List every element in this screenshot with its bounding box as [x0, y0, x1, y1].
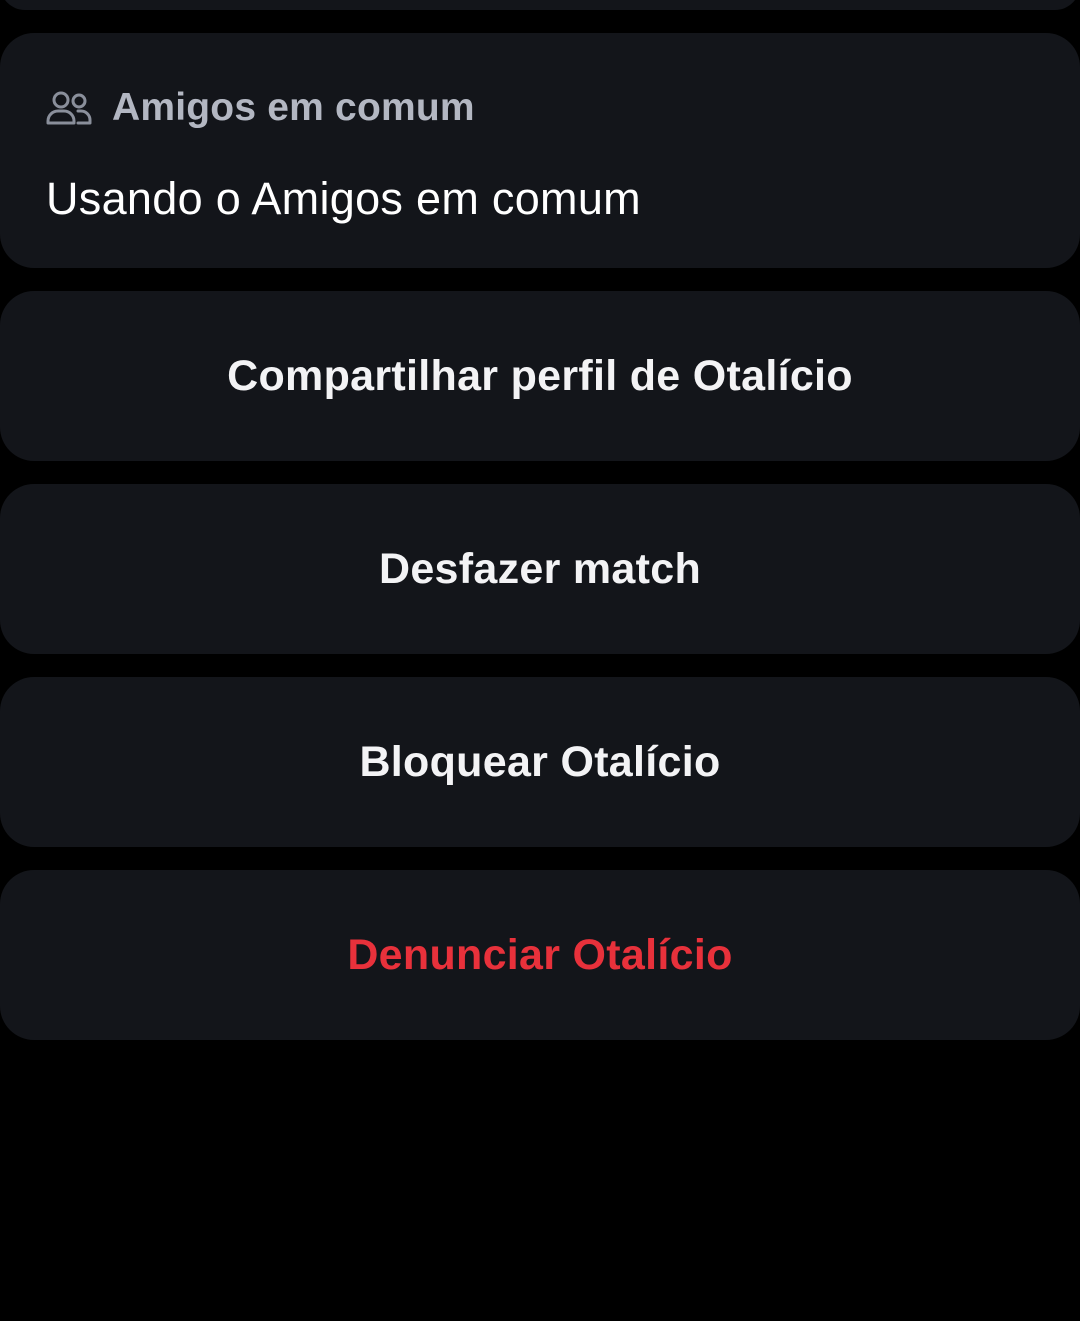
- unmatch-button[interactable]: Desfazer match: [0, 484, 1080, 654]
- mutual-friends-card[interactable]: Amigos em comum Usando o Amigos em comum: [0, 33, 1080, 268]
- mutual-friends-header: Amigos em comum: [46, 86, 475, 130]
- block-button[interactable]: Bloquear Otalício: [0, 677, 1080, 847]
- unmatch-label: Desfazer match: [378, 544, 702, 593]
- mutual-friends-description: Usando o Amigos em comum: [46, 173, 641, 224]
- people-icon: [46, 90, 92, 126]
- previous-card: [0, 0, 1080, 10]
- report-label: Denunciar Otalício: [347, 930, 733, 979]
- share-profile-button[interactable]: Compartilhar perfil de Otalício: [0, 291, 1080, 461]
- block-label: Bloquear Otalício: [359, 737, 721, 786]
- report-button[interactable]: Denunciar Otalício: [0, 870, 1080, 1040]
- profile-options-screen: Amigos em comum Usando o Amigos em comum…: [0, 0, 1080, 1321]
- share-profile-label: Compartilhar perfil de Otalício: [227, 351, 853, 400]
- mutual-friends-title: Amigos em comum: [112, 86, 475, 129]
